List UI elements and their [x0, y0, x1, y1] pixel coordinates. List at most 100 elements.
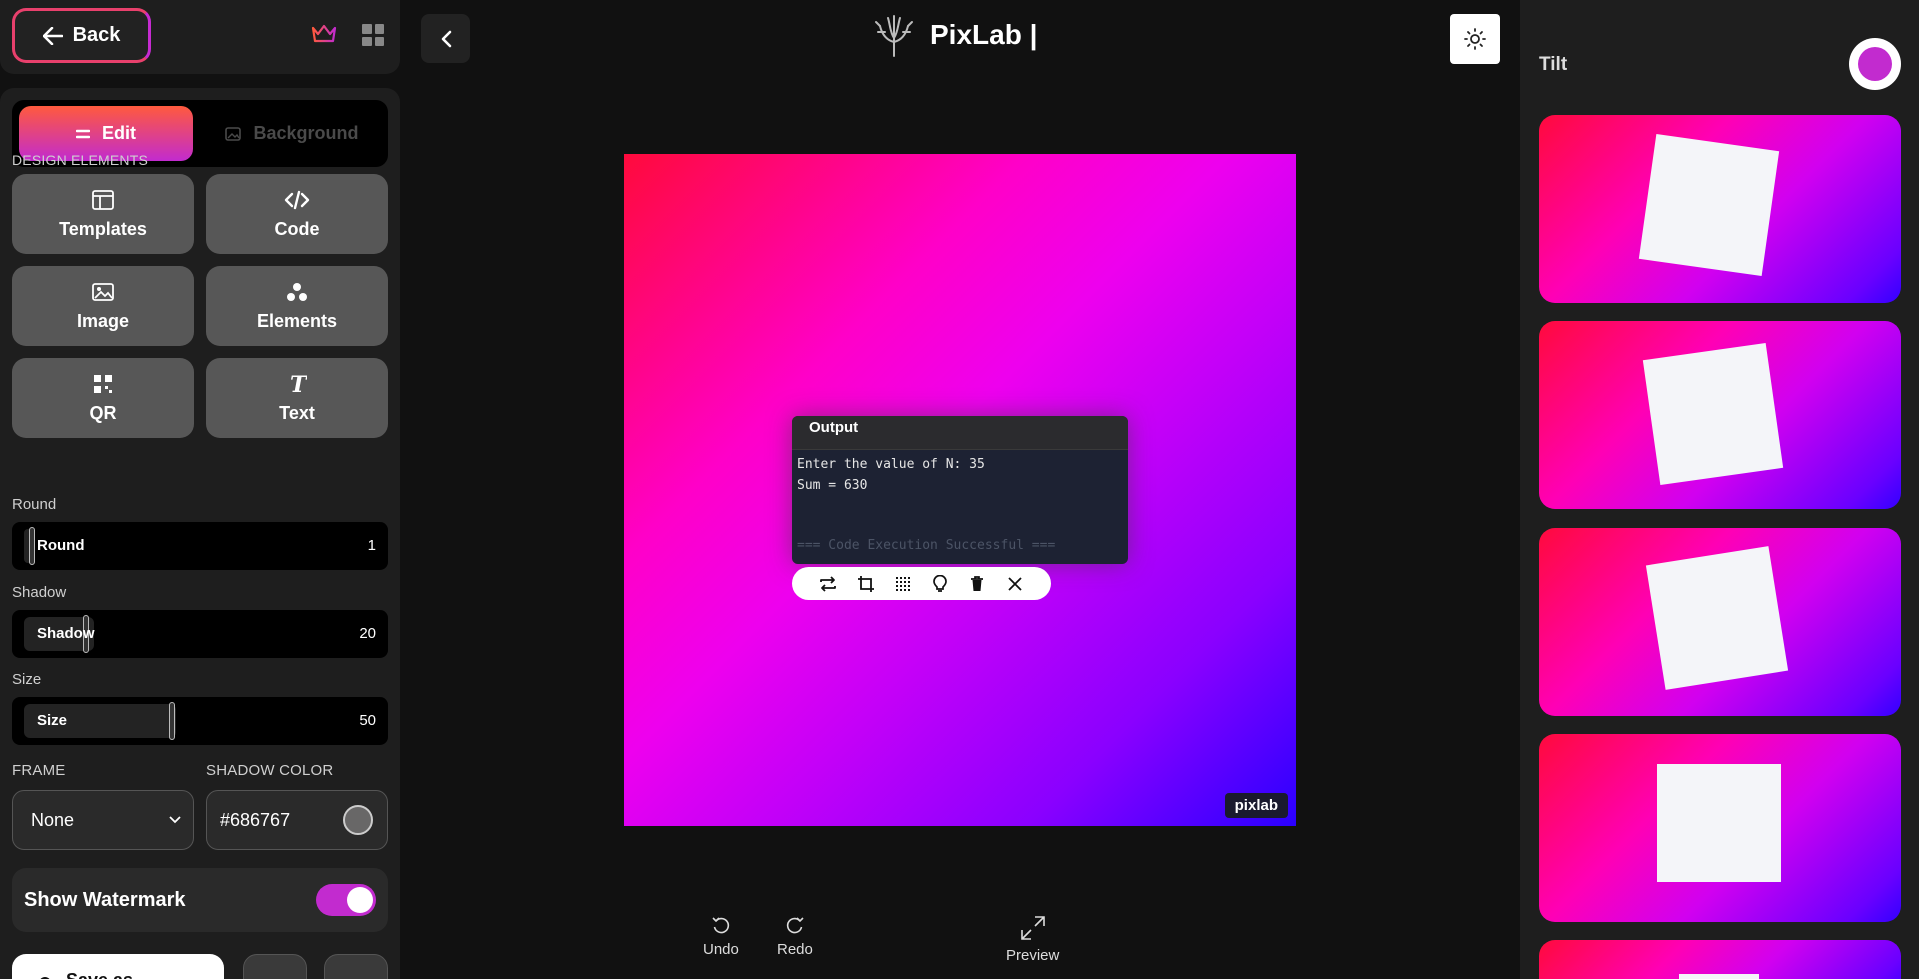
elements-button[interactable]: Elements [206, 266, 388, 346]
redo-button[interactable]: Redo [777, 915, 813, 958]
image-icon [92, 282, 114, 301]
size-heading: Size [12, 671, 42, 688]
tab-edit-label: Edit [102, 123, 136, 143]
show-watermark-row: Show Watermark [12, 868, 388, 932]
output-line: Enter the value of N: 35 [797, 457, 985, 472]
tree-logo-icon [875, 15, 913, 57]
round-slider-thumb[interactable] [29, 527, 35, 565]
grid-icon[interactable] [362, 24, 384, 46]
preview-label: Preview [1006, 947, 1060, 964]
text-button[interactable]: T Text [206, 358, 388, 438]
redo-icon [786, 917, 804, 934]
image-icon [225, 126, 242, 141]
round-slider[interactable]: Round 1 [12, 522, 388, 570]
image-label: Image [76, 310, 130, 331]
collapse-sidebar-button[interactable] [421, 14, 470, 63]
round-heading: Round [12, 496, 57, 513]
chevron-left-icon [441, 30, 451, 47]
tilt-preview-square [1638, 133, 1780, 277]
tilt-option-card[interactable] [1539, 115, 1901, 303]
tilt-preview-square [1657, 764, 1781, 882]
qr-label: QR [89, 402, 117, 423]
frame-heading: FRAME [12, 762, 66, 779]
back-label: Back [72, 24, 121, 46]
shadow-slider[interactable]: Shadow 20 [12, 610, 388, 658]
undo-button[interactable]: Undo [703, 915, 739, 958]
shadow-color-field[interactable]: #686767 [206, 790, 388, 850]
tilt-preview-square [1645, 546, 1789, 690]
design-elements-heading: DESIGN ELEMENTS [12, 152, 149, 168]
size-slider-label: Size [37, 712, 68, 729]
save-as-label: Save as [66, 970, 133, 979]
expand-icon [1020, 916, 1045, 940]
app-name: PixLab | [930, 19, 1038, 50]
elements-label: Elements [256, 310, 338, 331]
design-elements-grid: Templates Code Image Elements QR T Text [12, 174, 388, 438]
shadow-color-heading: SHADOW COLOR [206, 762, 334, 779]
code-output-window[interactable]: Output Enter the value of N: 35 Sum = 63… [792, 416, 1128, 564]
preview-button[interactable]: Preview [1006, 915, 1059, 964]
size-slider-thumb[interactable] [169, 702, 175, 740]
share-button[interactable] [324, 954, 388, 979]
qr-button[interactable]: QR [12, 358, 194, 438]
round-slider-value: 1 [367, 537, 376, 554]
app-root: Back Edit Background DESIGN ELEMENTS Tem… [0, 0, 1919, 979]
theme-toggle-button[interactable] [1450, 14, 1500, 64]
sidebar-header: Back [0, 0, 400, 74]
frame-select[interactable]: None [12, 790, 194, 850]
lightbulb-icon[interactable] [929, 573, 951, 595]
code-icon [284, 190, 310, 209]
crown-icon[interactable] [311, 22, 337, 46]
tilt-option-card[interactable] [1539, 734, 1901, 922]
tilt-option-card[interactable] [1539, 940, 1901, 979]
right-panel: Tilt [1520, 0, 1919, 979]
text-icon: T [290, 373, 307, 395]
back-button[interactable]: Back [12, 8, 151, 63]
output-footer: === Code Execution Successful === [797, 538, 1056, 553]
design-canvas[interactable]: Output Enter the value of N: 35 Sum = 63… [624, 154, 1296, 826]
tab-background[interactable]: Background [202, 106, 382, 161]
arrow-left-icon [42, 26, 63, 45]
output-title: Output [792, 416, 1128, 450]
undo-icon [712, 917, 730, 934]
elements-icon [287, 282, 307, 301]
tilt-preview-square [1679, 974, 1759, 979]
chevron-down-icon [169, 816, 181, 824]
frame-select-value: None [31, 809, 75, 830]
watermark-badge: pixlab [1224, 793, 1288, 818]
shadow-color-swatch[interactable] [343, 805, 373, 835]
right-panel-title: Tilt [1539, 54, 1568, 75]
shadow-slider-value: 20 [359, 625, 376, 642]
templates-button[interactable]: Templates [12, 174, 194, 254]
tilt-preview-square [1642, 342, 1784, 486]
swap-icon[interactable] [817, 573, 839, 595]
accent-color-indicator[interactable] [1849, 38, 1901, 90]
shadow-color-value[interactable]: #686767 [220, 810, 290, 831]
close-icon[interactable] [1004, 573, 1026, 595]
output-line: Sum = 630 [797, 478, 868, 493]
show-watermark-toggle[interactable] [316, 884, 376, 916]
sidebar-panel: Edit Background DESIGN ELEMENTS Template… [0, 88, 400, 979]
grid-dots-icon[interactable] [892, 573, 914, 595]
layout-icon [92, 189, 114, 210]
save-as-button[interactable]: Save as [12, 954, 224, 979]
tab-background-label: Background [253, 123, 359, 143]
svg-text:T: T [290, 373, 307, 395]
size-slider[interactable]: Size 50 [12, 697, 388, 745]
copy-button[interactable] [243, 954, 307, 979]
trash-icon[interactable] [966, 573, 988, 595]
code-button[interactable]: Code [206, 174, 388, 254]
element-toolbar [792, 567, 1051, 600]
image-button[interactable]: Image [12, 266, 194, 346]
redo-label: Redo [777, 941, 813, 958]
templates-label: Templates [59, 218, 147, 239]
shadow-slider-label: Shadow [37, 625, 95, 642]
tilt-option-card[interactable] [1539, 321, 1901, 509]
sun-icon [1464, 28, 1486, 50]
text-label: Text [279, 402, 315, 423]
crop-icon[interactable] [855, 573, 877, 595]
show-watermark-label: Show Watermark [24, 888, 186, 911]
app-logo: PixLab | [872, 12, 1037, 58]
tilt-option-card[interactable] [1539, 528, 1901, 716]
qr-icon [94, 374, 112, 393]
